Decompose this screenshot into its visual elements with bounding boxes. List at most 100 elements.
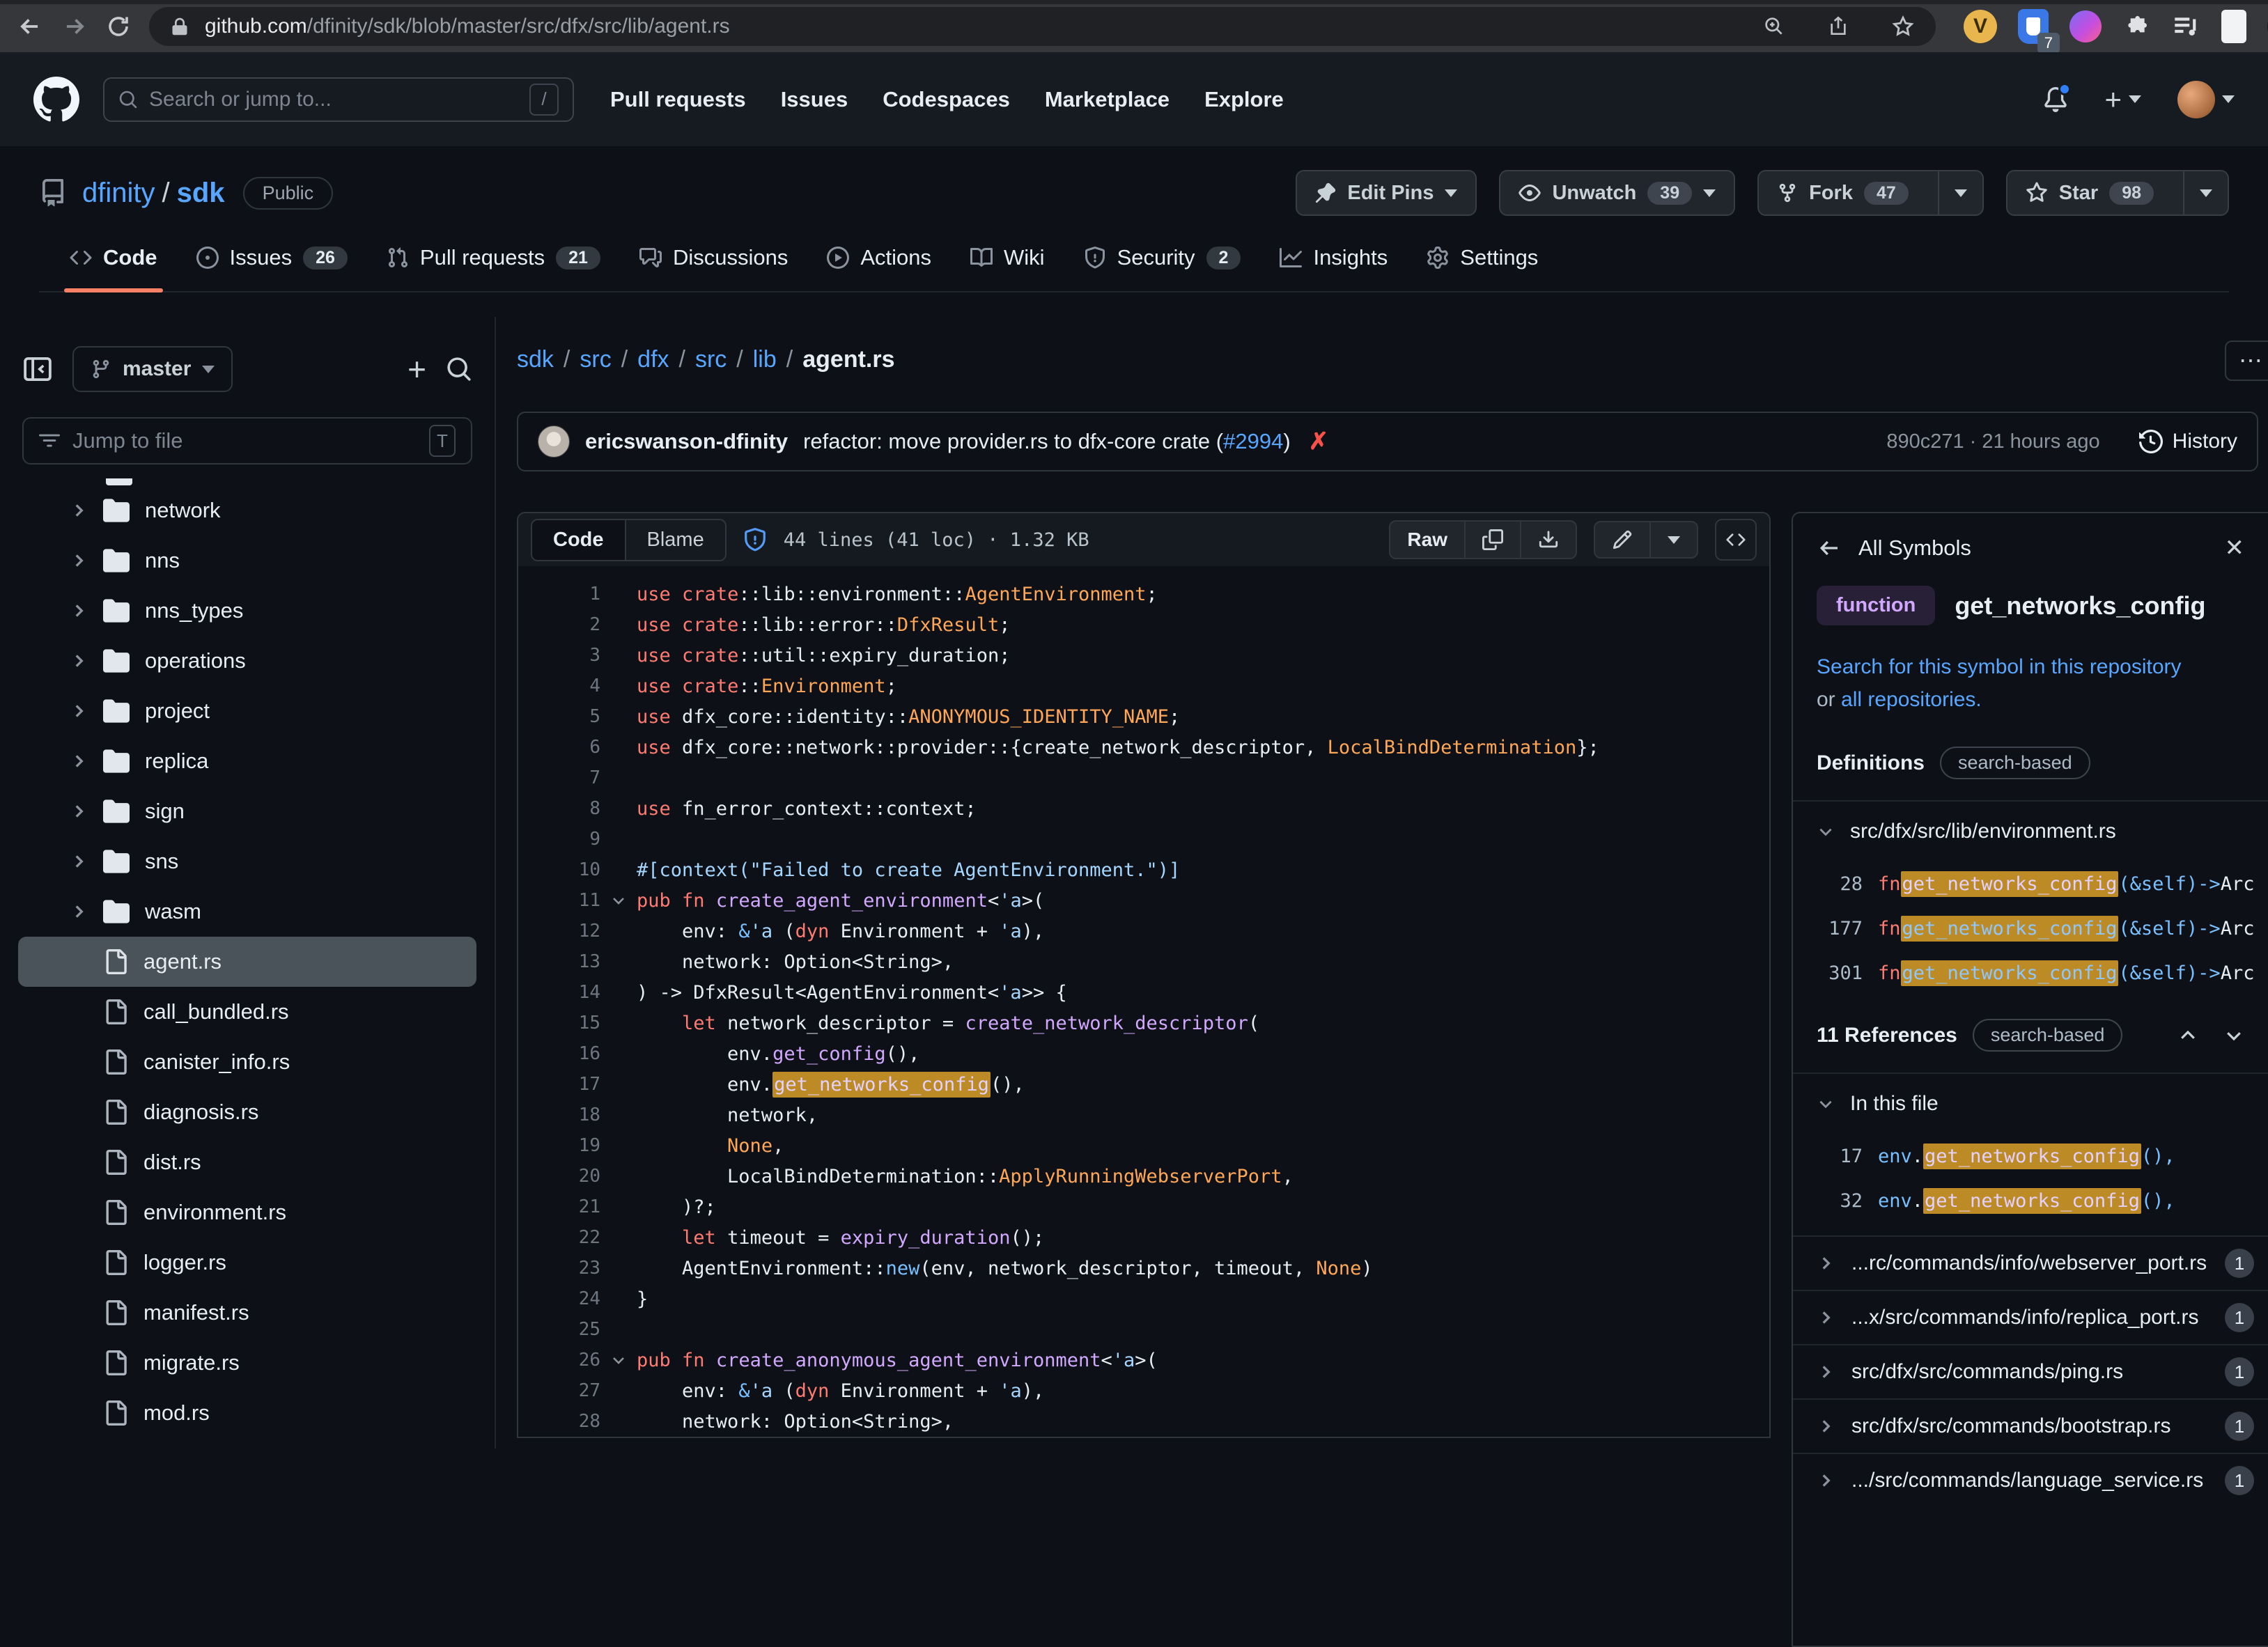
reference-file-row[interactable]: src/dfx/src/commands/bootstrap.rs1 — [1793, 1398, 2268, 1453]
code-line[interactable]: 17 env.get_networks_config(), — [518, 1069, 1769, 1100]
add-file-icon[interactable]: + — [407, 350, 426, 388]
pr-link[interactable]: #2994 — [1223, 429, 1283, 453]
playlist-icon[interactable] — [2171, 12, 2200, 41]
tree-folder-network[interactable]: network — [0, 485, 495, 536]
edit-pins-button[interactable]: Edit Pins — [1296, 170, 1477, 216]
line-number[interactable]: 7 — [518, 767, 600, 788]
line-number[interactable]: 16 — [518, 1043, 600, 1064]
code-line[interactable]: 4use crate::Environment; — [518, 671, 1769, 701]
line-number[interactable]: 17 — [518, 1074, 600, 1095]
close-icon[interactable]: ✕ — [2225, 534, 2245, 562]
sidebar-panel-icon[interactable] — [2221, 10, 2246, 43]
code-line[interactable]: 21 )?; — [518, 1192, 1769, 1222]
zoom-page-icon[interactable] — [1763, 15, 1785, 38]
tree-folder-nns_types[interactable]: nns_types — [0, 586, 495, 636]
code-line[interactable]: 25 — [518, 1314, 1769, 1345]
reference-file-row[interactable]: ...rc/commands/info/webserver_port.rs1 — [1793, 1235, 2268, 1290]
branch-selector[interactable]: master — [72, 346, 233, 392]
header-nav-pull-requests[interactable]: Pull requests — [610, 87, 746, 112]
commit-author[interactable]: ericswanson-dfinity — [585, 429, 788, 454]
code-line[interactable]: 9 — [518, 824, 1769, 854]
code-line[interactable]: 7 — [518, 763, 1769, 793]
extension-v-icon[interactable]: V — [1964, 10, 1997, 43]
tab-code[interactable]: Code — [50, 245, 177, 291]
global-search-input[interactable]: Search or jump to... / — [103, 77, 574, 122]
commit-message[interactable]: refactor: move provider.rs to dfx-core c… — [803, 429, 1291, 454]
definition-row-line-177[interactable]: 177fn get_networks_config(&self) -> Arc — [1793, 906, 2268, 951]
code-line[interactable]: 24} — [518, 1283, 1769, 1314]
back-arrow-icon[interactable] — [1817, 536, 1842, 561]
search-in-repo-link[interactable]: Search for this symbol in this repositor… — [1817, 655, 2182, 678]
tab-code[interactable]: Code — [532, 520, 626, 560]
code-line[interactable]: 20 LocalBindDetermination::ApplyRunningW… — [518, 1161, 1769, 1192]
tab-wiki[interactable]: Wiki — [951, 245, 1064, 291]
line-number[interactable]: 19 — [518, 1135, 600, 1156]
code-line[interactable]: 10#[context("Failed to create AgentEnvir… — [518, 854, 1769, 885]
line-number[interactable]: 3 — [518, 645, 600, 666]
tab-issues[interactable]: Issues26 — [177, 245, 367, 291]
breadcrumb-link[interactable]: src — [695, 346, 727, 373]
prev-reference-icon[interactable] — [2177, 1025, 2198, 1046]
create-new-button[interactable]: + — [2104, 85, 2141, 114]
tab-settings[interactable]: Settings — [1407, 245, 1558, 291]
all-symbols-label[interactable]: All Symbols — [1858, 536, 1971, 561]
line-number[interactable]: 28 — [518, 1411, 600, 1432]
star-button[interactable]: Star 98 — [2006, 170, 2229, 216]
line-number[interactable]: 23 — [518, 1258, 600, 1279]
address-bar[interactable]: github.com/dfinity/sdk/blob/master/src/d… — [149, 7, 1936, 46]
tree-file-logger-rs[interactable]: logger.rs — [0, 1238, 495, 1288]
tree-file-migrate-rs[interactable]: migrate.rs — [0, 1338, 495, 1388]
browser-reload-icon[interactable] — [106, 14, 131, 39]
tree-folder-wasm[interactable]: wasm — [0, 887, 495, 937]
tree-file-agent-rs[interactable]: agent.rs — [18, 937, 476, 987]
definition-row-line-301[interactable]: 301fn get_networks_config(&self) -> Arc — [1793, 951, 2268, 995]
code-line[interactable]: 26pub fn create_anonymous_agent_environm… — [518, 1345, 1769, 1375]
line-number[interactable]: 6 — [518, 737, 600, 758]
code-line[interactable]: 5use dfx_core::identity::ANONYMOUS_IDENT… — [518, 701, 1769, 732]
extensions-puzzle-icon[interactable] — [2122, 13, 2150, 40]
code-line[interactable]: 1use crate::lib::environment::AgentEnvir… — [518, 579, 1769, 609]
header-nav-codespaces[interactable]: Codespaces — [883, 87, 1010, 112]
tree-file-call_bundled-rs[interactable]: call_bundled.rs — [0, 987, 495, 1037]
symbols-panel-button[interactable] — [1715, 519, 1757, 561]
header-nav-issues[interactable]: Issues — [781, 87, 848, 112]
star-dropdown[interactable] — [2183, 171, 2228, 214]
tree-folder-project[interactable]: project — [0, 686, 495, 736]
extension-loop-icon[interactable] — [2069, 10, 2102, 42]
code-line[interactable]: 8use fn_error_context::context; — [518, 793, 1769, 824]
copy-icon[interactable] — [1464, 522, 1520, 558]
line-number[interactable]: 2 — [518, 614, 600, 635]
user-menu[interactable] — [2177, 81, 2235, 118]
code-line[interactable]: 18 network, — [518, 1100, 1769, 1130]
next-reference-icon[interactable] — [2223, 1025, 2244, 1046]
line-number[interactable]: 8 — [518, 798, 600, 819]
line-number[interactable]: 1 — [518, 584, 600, 604]
reference-row-line-17[interactable]: 17env.get_networks_config(), — [1793, 1134, 2268, 1178]
tree-search-icon[interactable] — [446, 356, 472, 382]
fold-chevron-icon[interactable] — [600, 892, 637, 909]
breadcrumb-link[interactable]: sdk — [517, 346, 554, 373]
line-number[interactable]: 15 — [518, 1013, 600, 1033]
unwatch-button[interactable]: Unwatch 39 — [1499, 170, 1735, 216]
line-number[interactable]: 12 — [518, 921, 600, 942]
share-icon[interactable] — [1827, 15, 1849, 38]
fork-dropdown[interactable] — [1938, 171, 1982, 214]
commit-author-avatar[interactable] — [538, 426, 570, 458]
edit-pencil-icon[interactable] — [1595, 522, 1649, 557]
code-line[interactable]: 12 env: &'a (dyn Environment + 'a), — [518, 916, 1769, 946]
breadcrumb-link[interactable]: lib — [753, 346, 777, 373]
header-nav-explore[interactable]: Explore — [1204, 87, 1284, 112]
line-number[interactable]: 13 — [518, 951, 600, 972]
browser-forward-icon[interactable] — [61, 13, 88, 40]
tree-folder-nns[interactable]: nns — [0, 536, 495, 586]
bookmark-star-icon[interactable] — [1891, 15, 1915, 38]
tree-file-models-rs[interactable]: models.rs — [0, 1438, 495, 1449]
github-logo-icon[interactable] — [33, 77, 79, 123]
header-nav-marketplace[interactable]: Marketplace — [1045, 87, 1170, 112]
more-options-button[interactable]: ⋯ — [2225, 341, 2268, 381]
code-line[interactable]: 6use dfx_core::network::provider::{creat… — [518, 732, 1769, 763]
code-line[interactable]: 28 network: Option<String>, — [518, 1406, 1769, 1437]
repo-name-link[interactable]: sdk — [177, 178, 225, 208]
line-number[interactable]: 20 — [518, 1166, 600, 1187]
tree-file-canister_info-rs[interactable]: canister_info.rs — [0, 1037, 495, 1087]
